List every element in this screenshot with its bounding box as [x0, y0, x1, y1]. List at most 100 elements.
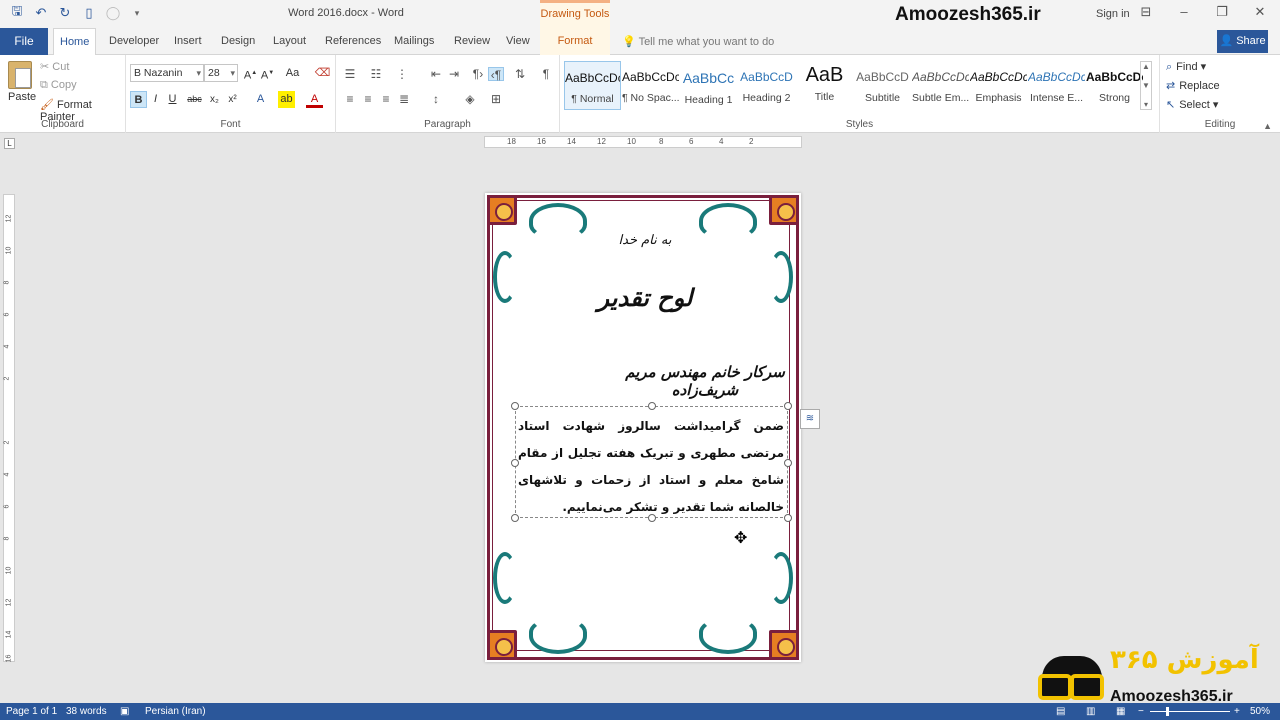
paste-icon[interactable]	[8, 61, 32, 89]
style-normal[interactable]: AaBbCcDc ¶ Normal	[564, 61, 621, 110]
bold-icon[interactable]: B	[130, 91, 147, 108]
subscript-icon[interactable]: x₂	[206, 91, 223, 108]
ltr-direction-icon[interactable]: ¶›	[470, 67, 486, 81]
zoom-level[interactable]: 50%	[1250, 706, 1270, 717]
grow-font-icon[interactable]: A▲	[242, 65, 259, 82]
horizontal-ruler[interactable]: 18 16 14 12 10 8 6 4 2	[484, 136, 802, 148]
change-case-icon[interactable]: Aa	[284, 65, 301, 82]
tab-mailings[interactable]: Mailings	[388, 28, 440, 55]
style-subtitle[interactable]: AaBbCcD Subtitle	[854, 61, 911, 110]
underline-icon[interactable]: U	[164, 91, 181, 108]
close-icon[interactable]: ✕	[1252, 4, 1268, 20]
ribbon-display-icon[interactable]: ⊟	[1138, 4, 1154, 20]
proofing-icon[interactable]: ▣	[120, 706, 129, 717]
style-strong[interactable]: AaBbCcDc Strong	[1086, 61, 1143, 110]
read-mode-icon[interactable]: ▤	[1056, 706, 1065, 717]
resize-handle[interactable]	[648, 514, 656, 522]
font-name-combo[interactable]: B Nazanin	[130, 64, 204, 82]
sort-icon[interactable]: ⇅	[512, 67, 528, 81]
zoom-out-icon[interactable]: −	[1138, 706, 1144, 717]
web-layout-icon[interactable]: ▦	[1116, 706, 1125, 717]
style-subtle-emphasis[interactable]: AaBbCcDc Subtle Em...	[912, 61, 969, 110]
restore-icon[interactable]: ❐	[1214, 4, 1230, 20]
tab-design[interactable]: Design	[215, 28, 261, 55]
tab-review[interactable]: Review	[448, 28, 496, 55]
increase-indent-icon[interactable]: ⇥	[446, 67, 462, 81]
tab-insert[interactable]: Insert	[168, 28, 208, 55]
justify-icon[interactable]: ≣	[396, 92, 412, 106]
numbering-icon[interactable]: ☷	[368, 67, 384, 81]
body-text-box[interactable]: ضمن گرامیداشت سالروز شهادت استاد مرتضی م…	[511, 402, 792, 522]
cut-button[interactable]: ✂ Cut	[40, 60, 69, 73]
tab-developer[interactable]: Developer	[103, 28, 165, 55]
zoom-slider[interactable]	[1150, 711, 1230, 712]
share-button[interactable]: 👤 Share	[1217, 30, 1268, 53]
line-spacing-icon[interactable]: ↕	[428, 92, 444, 106]
rtl-direction-icon[interactable]: ‹¶	[488, 67, 504, 82]
tab-format[interactable]: Format	[540, 28, 610, 55]
align-right-icon[interactable]: ≡	[378, 92, 394, 106]
tab-references[interactable]: References	[319, 28, 387, 55]
replace-button[interactable]: ⇄ Replace	[1166, 79, 1220, 92]
sign-in-link[interactable]: Sign in	[1096, 8, 1130, 20]
more-icon[interactable]: ▾	[1144, 100, 1148, 109]
shading-icon[interactable]: ◈	[462, 92, 478, 106]
resize-handle[interactable]	[784, 459, 792, 467]
document-page[interactable]: به نام خدا لوح تقدیر سرکار خانم مهندس مر…	[485, 193, 801, 662]
style-heading-2[interactable]: AaBbCcD Heading 2	[738, 61, 795, 110]
bullets-icon[interactable]: ☰	[342, 67, 358, 81]
multilevel-list-icon[interactable]: ⋮	[394, 67, 410, 81]
print-layout-icon[interactable]: ▥	[1086, 706, 1095, 717]
clear-formatting-icon[interactable]: ⌫	[314, 65, 331, 82]
zoom-in-icon[interactable]: +	[1234, 706, 1240, 717]
paste-button[interactable]: Paste	[8, 91, 36, 103]
copy-button[interactable]: ⧉ Copy	[40, 79, 77, 92]
styles-gallery-scroll[interactable]: ▲ ▼ ▾	[1140, 61, 1152, 110]
tell-me-box[interactable]: 💡 Tell me what you want to do	[622, 35, 774, 48]
chevron-down-icon[interactable]: ▼	[1142, 81, 1150, 90]
tab-layout[interactable]: Layout	[267, 28, 312, 55]
tab-file[interactable]: File	[0, 28, 48, 55]
style-no-spacing[interactable]: AaBbCcDc ¶ No Spac...	[622, 61, 679, 110]
shrink-font-icon[interactable]: A▼	[259, 65, 276, 82]
vertical-ruler[interactable]: 12 10 8 6 4 2 2 4 6 8 10 12 14 16	[3, 194, 15, 662]
language-indicator[interactable]: Persian (Iran)	[145, 706, 206, 717]
find-button[interactable]: ⌕ Find ▾	[1166, 60, 1206, 74]
collapse-ribbon-icon[interactable]: ▲	[1263, 121, 1272, 131]
show-marks-icon[interactable]: ¶	[538, 67, 554, 81]
style-intense-emphasis[interactable]: AaBbCcDc Intense E...	[1028, 61, 1085, 110]
rotate-handle[interactable]	[648, 402, 656, 410]
resize-handle[interactable]	[511, 402, 519, 410]
resize-handle[interactable]	[511, 459, 519, 467]
resize-handle[interactable]	[511, 514, 519, 522]
font-color-icon[interactable]: A	[306, 91, 323, 108]
font-size-combo[interactable]: 28	[204, 64, 238, 82]
page-count[interactable]: Page 1 of 1	[6, 706, 57, 717]
bismillah-text[interactable]: به نام خدا	[585, 233, 705, 248]
tab-selector[interactable]: L	[4, 138, 15, 149]
resize-handle[interactable]	[784, 402, 792, 410]
strikethrough-icon[interactable]: abc	[186, 91, 203, 108]
superscript-icon[interactable]: x²	[224, 91, 241, 108]
layout-options-icon[interactable]: ≋	[800, 409, 820, 429]
body-text[interactable]: ضمن گرامیداشت سالروز شهادت استاد مرتضی م…	[518, 413, 784, 521]
word-count[interactable]: 38 words	[66, 706, 107, 717]
certificate-title[interactable]: لوح تقدیر	[565, 283, 725, 312]
highlight-icon[interactable]: ab	[278, 91, 295, 108]
style-heading-1[interactable]: AaBbCc Heading 1	[680, 61, 737, 110]
borders-icon[interactable]: ⊞	[488, 92, 504, 106]
tab-home[interactable]: Home	[53, 28, 97, 56]
tab-view[interactable]: View	[500, 28, 536, 55]
chevron-up-icon[interactable]: ▲	[1142, 62, 1150, 71]
select-button[interactable]: ↖ Select ▾	[1166, 98, 1218, 111]
zoom-slider-thumb[interactable]	[1166, 707, 1169, 716]
recipient-name[interactable]: سرکار خانم مهندس مریم شریف‌زاده	[625, 363, 785, 399]
align-left-icon[interactable]: ≡	[342, 92, 358, 106]
style-emphasis[interactable]: AaBbCcDc Emphasis	[970, 61, 1027, 110]
resize-handle[interactable]	[784, 514, 792, 522]
minimize-icon[interactable]: –	[1176, 4, 1192, 20]
decrease-indent-icon[interactable]: ⇤	[428, 67, 444, 81]
align-center-icon[interactable]: ≡	[360, 92, 376, 106]
style-title[interactable]: AaB Title	[796, 61, 853, 110]
italic-icon[interactable]: I	[147, 91, 164, 108]
